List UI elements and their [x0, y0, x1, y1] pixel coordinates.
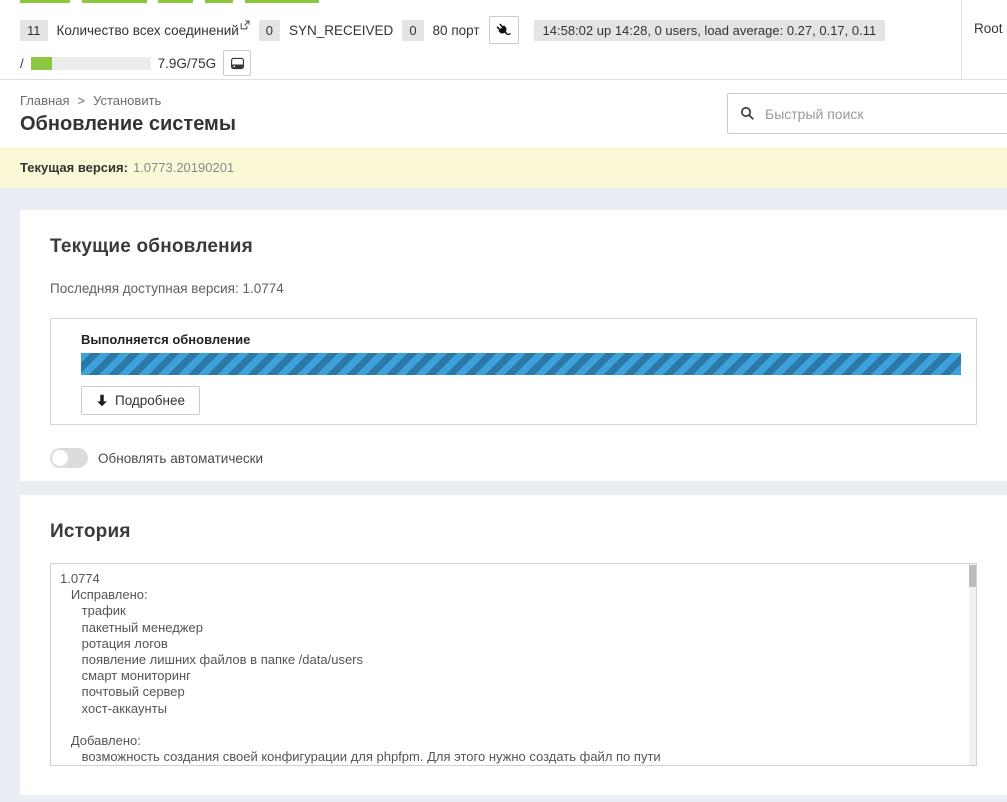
history-log-text: 1.0774 Исправлено: трафик пакетный менед… — [60, 571, 956, 765]
top-header: 11 Количество всех соединений 0 SYN_RECE… — [0, 0, 1007, 80]
nav-tab-underline-2[interactable] — [82, 0, 147, 3]
breadcrumb-section[interactable]: Установить — [93, 93, 161, 108]
update-progress-label: Выполняется обновление — [81, 332, 946, 347]
disk-usage-row: / 7.9G/75G — [20, 50, 251, 76]
breadcrumb-home[interactable]: Главная — [20, 93, 69, 108]
status-row: 11 Количество всех соединений 0 SYN_RECE… — [20, 16, 885, 44]
auto-update-toggle[interactable] — [50, 448, 88, 468]
current-version-value: 1.0773.20190201 — [133, 160, 234, 175]
current-updates-card: Текущие обновления Последняя доступная в… — [20, 210, 1007, 481]
connections-count-badge: 11 — [20, 20, 48, 41]
history-scrollbar[interactable] — [969, 564, 976, 765]
connections-label: Количество всех соединений — [57, 23, 239, 38]
external-link-icon — [240, 20, 250, 30]
syn-count-badge: 0 — [259, 20, 280, 41]
latest-version-text: Последняя доступная версия: 1.0774 — [50, 281, 977, 296]
search-icon — [740, 106, 755, 121]
arrow-down-icon — [96, 394, 108, 407]
auto-update-label: Обновлять автоматически — [98, 451, 263, 466]
title-section: Главная > Установить Обновление системы — [0, 80, 1007, 147]
history-log-box[interactable]: 1.0774 Исправлено: трафик пакетный менед… — [50, 563, 977, 766]
disk-info-button[interactable] — [223, 50, 251, 76]
hard-drive-icon — [230, 56, 245, 71]
nav-tab-underline-4[interactable] — [205, 0, 233, 3]
auto-update-row: Обновлять автоматически — [50, 448, 977, 468]
page-title: Обновление системы — [20, 113, 236, 136]
current-version-label: Текущая версия: — [20, 160, 128, 175]
syn-label: SYN_RECEIVED — [289, 23, 393, 38]
history-title: История — [50, 521, 977, 543]
quick-search-box — [727, 93, 1007, 134]
disk-usage-fill — [31, 57, 53, 70]
details-button-label: Подробнее — [115, 393, 185, 408]
disk-usage-bar — [31, 57, 151, 70]
uptime-text: 14:58:02 up 14:28, 0 users, load average… — [534, 20, 886, 41]
user-menu[interactable]: Root — [961, 0, 1007, 80]
nav-tab-underline-1[interactable] — [20, 0, 70, 3]
details-button[interactable]: Подробнее — [81, 386, 200, 415]
breadcrumb: Главная > Установить — [20, 93, 161, 108]
port-label: 80 порт — [433, 23, 480, 38]
plug-icon — [496, 23, 511, 38]
toggle-knob — [52, 450, 68, 466]
current-version-banner: Текущая версия: 1.0773.20190201 — [0, 147, 1007, 188]
nav-tab-underline-5[interactable] — [245, 0, 319, 3]
user-name: Root — [974, 21, 1003, 36]
update-progress-bar — [81, 353, 961, 375]
history-card: История 1.0774 Исправлено: трафик пакетн… — [20, 495, 1007, 795]
disk-mount-label: / — [20, 56, 24, 71]
firewall-plug-button[interactable] — [489, 16, 519, 44]
update-progress-box: Выполняется обновление Подробнее — [50, 318, 977, 425]
port-count-badge: 0 — [402, 20, 423, 41]
search-input[interactable] — [765, 106, 1007, 122]
nav-tab-underline-3[interactable] — [158, 0, 193, 3]
history-scrollbar-thumb[interactable] — [969, 565, 976, 587]
connections-link[interactable]: Количество всех соединений — [57, 23, 250, 38]
breadcrumb-separator: > — [77, 93, 85, 108]
disk-usage-text: 7.9G/75G — [158, 56, 217, 71]
current-updates-title: Текущие обновления — [50, 236, 977, 258]
